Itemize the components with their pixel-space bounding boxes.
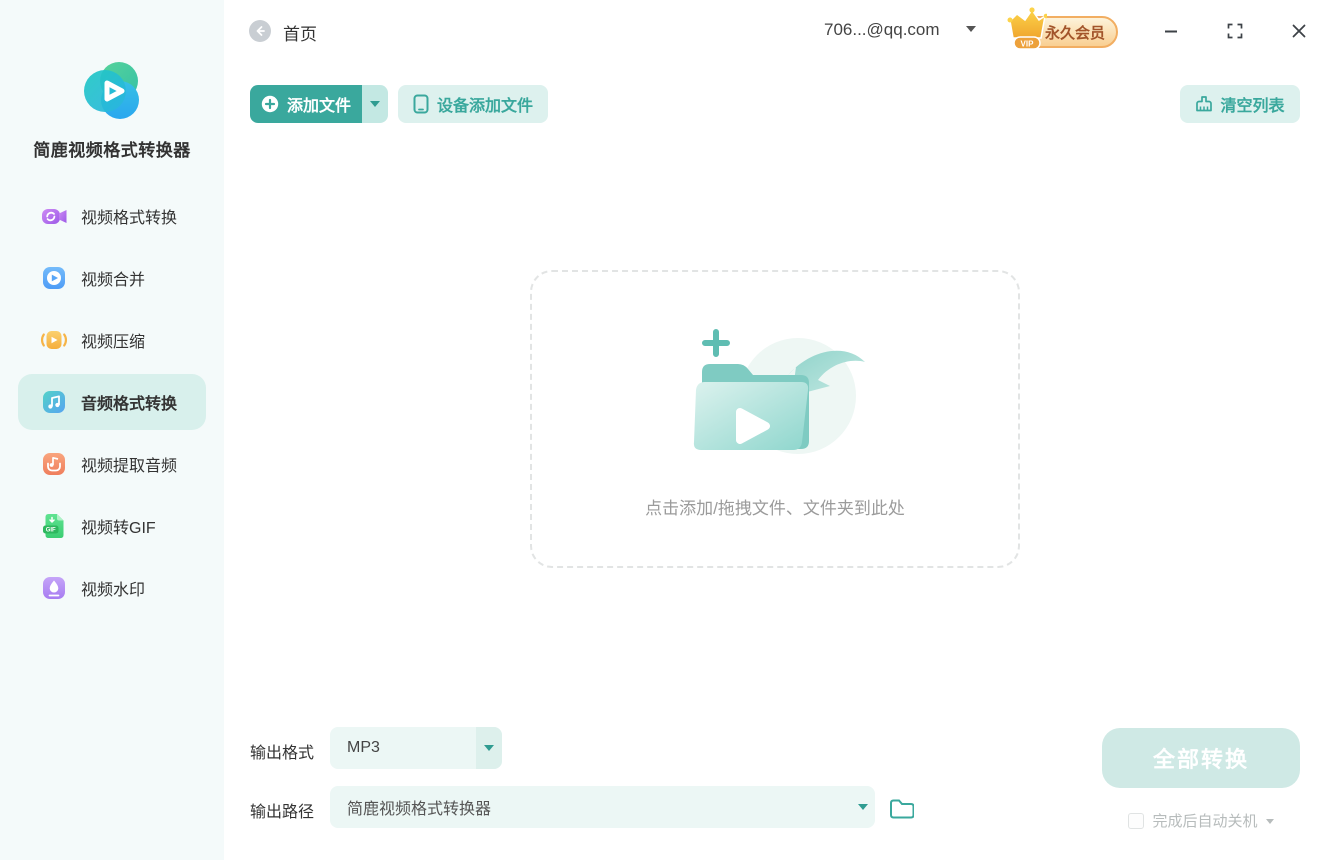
vip-badge[interactable]: 永久会员 VIP bbox=[1005, 11, 1118, 51]
sidebar-item-label: 视频压缩 bbox=[81, 328, 145, 352]
folder-icon bbox=[888, 795, 914, 821]
sidebar-item-extract-audio[interactable]: 视频提取音频 bbox=[0, 433, 224, 495]
page-title: 首页 bbox=[283, 20, 317, 45]
main-content: 添加文件 设备添加文件 清空列表 bbox=[224, 0, 1326, 860]
sidebar-item-video-convert[interactable]: 视频格式转换 bbox=[0, 185, 224, 247]
format-dropdown-zone[interactable] bbox=[476, 727, 502, 769]
svg-text:GIF: GIF bbox=[46, 528, 56, 534]
close-button[interactable] bbox=[1289, 21, 1309, 41]
shutdown-dropdown-caret-icon[interactable] bbox=[1266, 819, 1274, 824]
dropzone-hint: 点击添加/拖拽文件、文件夹到此处 bbox=[532, 494, 1018, 519]
output-format-select[interactable]: MP3 bbox=[330, 727, 502, 769]
shutdown-option: 完成后自动关机 bbox=[1102, 810, 1300, 831]
sidebar-item-label: 音频格式转换 bbox=[81, 390, 177, 414]
topbar: 首页 706...@qq.com 永久会员 VIP bbox=[224, 0, 1326, 62]
account-dropdown-caret-icon[interactable] bbox=[966, 26, 976, 32]
file-dropzone[interactable]: 点击添加/拖拽文件、文件夹到此处 bbox=[530, 270, 1020, 568]
watermark-icon bbox=[40, 574, 68, 602]
chevron-down-icon bbox=[858, 804, 868, 810]
maximize-button[interactable] bbox=[1225, 21, 1245, 41]
output-path-label: 输出路径 bbox=[250, 798, 314, 822]
convert-all-button[interactable]: 全部转换 bbox=[1102, 728, 1300, 788]
sidebar-item-label: 视频合并 bbox=[81, 266, 145, 290]
sidebar-item-audio-convert[interactable]: 音频格式转换 bbox=[0, 371, 224, 433]
chevron-down-icon bbox=[484, 745, 494, 751]
sidebar-item-label: 视频转GIF bbox=[81, 514, 156, 538]
device-add-file-button[interactable]: 设备添加文件 bbox=[398, 85, 548, 123]
path-dropdown-zone[interactable] bbox=[851, 786, 875, 828]
app-title: 简鹿视频格式转换器 bbox=[0, 136, 224, 161]
audio-convert-icon bbox=[40, 388, 68, 416]
sidebar-item-watermark[interactable]: 视频水印 bbox=[0, 557, 224, 619]
clear-list-button[interactable]: 清空列表 bbox=[1180, 85, 1300, 123]
svg-text:VIP: VIP bbox=[1021, 40, 1035, 49]
app-logo-icon bbox=[0, 56, 224, 131]
minimize-icon bbox=[1163, 23, 1179, 39]
output-path-input[interactable]: 简鹿视频格式转换器 bbox=[330, 786, 875, 828]
sidebar-item-video-merge[interactable]: 视频合并 bbox=[0, 247, 224, 309]
sidebar-item-label: 视频提取音频 bbox=[81, 452, 177, 476]
close-icon bbox=[1291, 23, 1307, 39]
app-window: 简鹿视频格式转换器 视频格式转换 bbox=[0, 0, 1326, 860]
convert-all-label: 全部转换 bbox=[1153, 742, 1249, 774]
output-path-value: 简鹿视频格式转换器 bbox=[330, 795, 851, 819]
clear-list-label: 清空列表 bbox=[1220, 92, 1284, 116]
output-format-label: 输出格式 bbox=[250, 739, 314, 763]
back-button[interactable] bbox=[249, 20, 271, 42]
sidebar-nav: 视频格式转换 视频合并 bbox=[0, 185, 224, 619]
folder-graphic-icon bbox=[660, 320, 890, 475]
video-to-gif-icon: GIF bbox=[40, 512, 68, 540]
maximize-icon bbox=[1227, 23, 1243, 39]
vip-crown-icon: VIP bbox=[1005, 7, 1047, 53]
device-add-file-label: 设备添加文件 bbox=[437, 92, 533, 116]
plus-circle-icon bbox=[261, 95, 279, 113]
extract-audio-icon bbox=[40, 450, 68, 478]
browse-folder-button[interactable] bbox=[888, 795, 914, 821]
broom-icon bbox=[1195, 95, 1213, 113]
add-file-label: 添加文件 bbox=[287, 92, 351, 116]
phone-icon bbox=[413, 94, 429, 114]
add-file-dropdown-button[interactable] bbox=[362, 85, 388, 123]
account-email[interactable]: 706...@qq.com bbox=[824, 20, 940, 40]
add-file-split-button: 添加文件 bbox=[250, 85, 388, 123]
sidebar-item-video-to-gif[interactable]: GIF 视频转GIF bbox=[0, 495, 224, 557]
shutdown-label: 完成后自动关机 bbox=[1152, 810, 1257, 831]
vip-label: 永久会员 bbox=[1045, 22, 1105, 43]
sidebar-item-label: 视频格式转换 bbox=[81, 204, 177, 228]
shutdown-checkbox[interactable] bbox=[1128, 813, 1144, 829]
video-convert-icon bbox=[40, 202, 68, 230]
add-file-button[interactable]: 添加文件 bbox=[250, 85, 362, 123]
window-controls bbox=[1161, 0, 1309, 62]
sidebar-item-label: 视频水印 bbox=[81, 576, 145, 600]
chevron-down-icon bbox=[370, 101, 380, 107]
video-merge-icon bbox=[40, 264, 68, 292]
back-arrow-icon bbox=[254, 25, 266, 37]
minimize-button[interactable] bbox=[1161, 21, 1181, 41]
video-compress-icon bbox=[40, 326, 68, 354]
sidebar: 简鹿视频格式转换器 视频格式转换 bbox=[0, 0, 224, 860]
sidebar-item-video-compress[interactable]: 视频压缩 bbox=[0, 309, 224, 371]
output-format-value: MP3 bbox=[330, 739, 476, 757]
